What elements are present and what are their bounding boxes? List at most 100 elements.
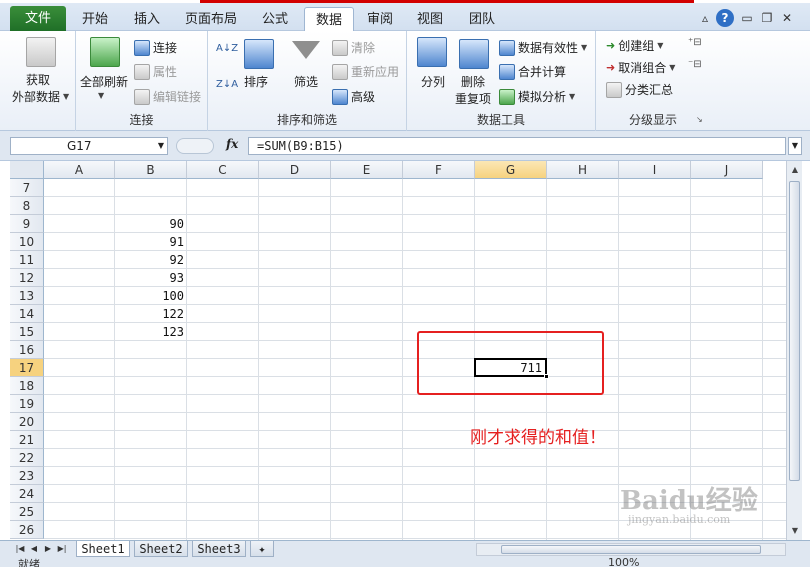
data-validation-button[interactable]: 数据有效性 ▼: [499, 39, 587, 56]
column-header-a[interactable]: A: [44, 161, 115, 179]
get-external-data-button[interactable]: 外部数据 ▼: [12, 88, 69, 105]
row-header-25[interactable]: 25: [10, 503, 44, 521]
column-header-f[interactable]: F: [403, 161, 475, 179]
tab-data[interactable]: 数据: [304, 7, 354, 33]
horizontal-scroll-thumb[interactable]: [501, 545, 761, 554]
vertical-scroll-thumb[interactable]: [789, 181, 800, 481]
sheet-tab-2[interactable]: Sheet2: [134, 541, 188, 557]
sheet-tab-3[interactable]: Sheet3: [192, 541, 246, 557]
tab-formulas[interactable]: 公式: [252, 7, 298, 32]
help-icon[interactable]: ?: [716, 9, 734, 27]
formula-input[interactable]: =SUM(B9:B15): [248, 137, 786, 155]
first-sheet-icon[interactable]: |◀: [14, 542, 26, 556]
properties-button[interactable]: 属性: [134, 63, 177, 80]
chevron-down-icon[interactable]: ▼: [158, 138, 164, 154]
filter-button[interactable]: 筛选: [294, 73, 318, 90]
vertical-scrollbar[interactable]: ▲ ▼: [786, 161, 802, 540]
scroll-down-icon[interactable]: ▼: [788, 524, 802, 538]
column-header-h[interactable]: H: [547, 161, 619, 179]
row-header-11[interactable]: 11: [10, 251, 44, 269]
column-header-b[interactable]: B: [115, 161, 187, 179]
insert-function-icon[interactable]: fx: [226, 137, 238, 151]
row-header-24[interactable]: 24: [10, 485, 44, 503]
close-window-icon[interactable]: ✕: [778, 9, 796, 27]
row-header-17[interactable]: 17: [10, 359, 44, 377]
remove-duplicates-label2[interactable]: 重复项: [455, 90, 491, 107]
tab-team[interactable]: 团队: [460, 7, 504, 32]
row-header-9[interactable]: 9: [10, 215, 44, 233]
tab-page-layout[interactable]: 页面布局: [178, 7, 244, 32]
tab-home[interactable]: 开始: [72, 7, 118, 32]
column-header-j[interactable]: J: [691, 161, 763, 179]
tab-review[interactable]: 审阅: [358, 7, 402, 32]
refresh-all-button[interactable]: 全部刷新: [80, 73, 128, 90]
column-header-e[interactable]: E: [331, 161, 403, 179]
subtotal-button[interactable]: 分类汇总: [606, 81, 673, 98]
row-header-7[interactable]: 7: [10, 179, 44, 197]
row-header-22[interactable]: 22: [10, 449, 44, 467]
chevron-down-icon[interactable]: ▼: [98, 91, 104, 100]
reapply-button[interactable]: 重新应用: [332, 63, 399, 80]
row-header-21[interactable]: 21: [10, 431, 44, 449]
tab-insert[interactable]: 插入: [124, 7, 170, 32]
select-all-corner[interactable]: [10, 161, 44, 179]
hide-detail-icon[interactable]: ⁻⊟: [688, 59, 702, 70]
column-header-i[interactable]: I: [619, 161, 691, 179]
restore-window-icon[interactable]: ❐: [758, 9, 776, 27]
sort-ascending-icon[interactable]: A↓Z: [216, 43, 238, 54]
ungroup-button[interactable]: ➜ 取消组合 ▼: [606, 59, 675, 76]
next-sheet-icon[interactable]: ▶: [42, 542, 54, 556]
connections-button[interactable]: 连接: [134, 39, 177, 56]
last-sheet-icon[interactable]: ▶|: [56, 542, 68, 556]
whatif-analysis-button[interactable]: 模拟分析 ▼: [499, 88, 575, 105]
column-header-d[interactable]: D: [259, 161, 331, 179]
minimize-window-icon[interactable]: ▭: [738, 9, 756, 27]
formula-bar-splitter[interactable]: [176, 138, 214, 154]
prev-sheet-icon[interactable]: ◀: [28, 542, 40, 556]
row-header-14[interactable]: 14: [10, 305, 44, 323]
sheet-tab-1[interactable]: Sheet1: [76, 541, 130, 557]
cell-b13[interactable]: 100: [115, 287, 187, 305]
cell-b9[interactable]: 90: [115, 215, 187, 233]
row-header-26[interactable]: 26: [10, 521, 44, 539]
text-to-columns-button[interactable]: 分列: [421, 73, 445, 90]
row-header-10[interactable]: 10: [10, 233, 44, 251]
scroll-up-icon[interactable]: ▲: [788, 163, 802, 177]
row-header-19[interactable]: 19: [10, 395, 44, 413]
horizontal-scrollbar[interactable]: [476, 543, 786, 556]
name-box[interactable]: G17 ▼: [10, 137, 168, 155]
cell-b12[interactable]: 93: [115, 269, 187, 287]
cell-b10[interactable]: 91: [115, 233, 187, 251]
dialog-launcher-icon[interactable]: ↘: [696, 115, 703, 124]
edit-links-button[interactable]: 编辑链接: [134, 88, 201, 105]
minimize-ribbon-icon[interactable]: ▵: [696, 9, 714, 27]
row-header-20[interactable]: 20: [10, 413, 44, 431]
clear-filter-button[interactable]: 清除: [332, 39, 375, 56]
row-header-15[interactable]: 15: [10, 323, 44, 341]
column-header-c[interactable]: C: [187, 161, 259, 179]
row-header-16[interactable]: 16: [10, 341, 44, 359]
cell-b14[interactable]: 122: [115, 305, 187, 323]
remove-duplicates-label1[interactable]: 删除: [461, 73, 485, 90]
row-header-12[interactable]: 12: [10, 269, 44, 287]
sort-descending-icon[interactable]: Z↓A: [216, 79, 238, 90]
show-detail-icon[interactable]: ⁺⊟: [688, 37, 702, 48]
row-header-13[interactable]: 13: [10, 287, 44, 305]
group-button[interactable]: ➜ 创建组 ▼: [606, 37, 663, 54]
consolidate-button[interactable]: 合并计算: [499, 63, 566, 80]
get-external-data-label1[interactable]: 获取: [26, 71, 50, 88]
zoom-level[interactable]: 100%: [608, 558, 639, 567]
sort-button[interactable]: 排序: [244, 73, 268, 90]
expand-formula-bar-icon[interactable]: ▼: [788, 137, 802, 155]
row-header-8[interactable]: 8: [10, 197, 44, 215]
cell-b15[interactable]: 123: [115, 323, 187, 341]
insert-sheet-icon[interactable]: ✦: [250, 541, 274, 557]
advanced-filter-button[interactable]: 高级: [332, 88, 375, 105]
cell-b11[interactable]: 92: [115, 251, 187, 269]
column-header-g[interactable]: G: [475, 161, 547, 179]
reapply-label: 重新应用: [351, 65, 400, 79]
tab-view[interactable]: 视图: [408, 7, 452, 32]
row-header-23[interactable]: 23: [10, 467, 44, 485]
tab-file[interactable]: 文件: [10, 6, 66, 31]
row-header-18[interactable]: 18: [10, 377, 44, 395]
